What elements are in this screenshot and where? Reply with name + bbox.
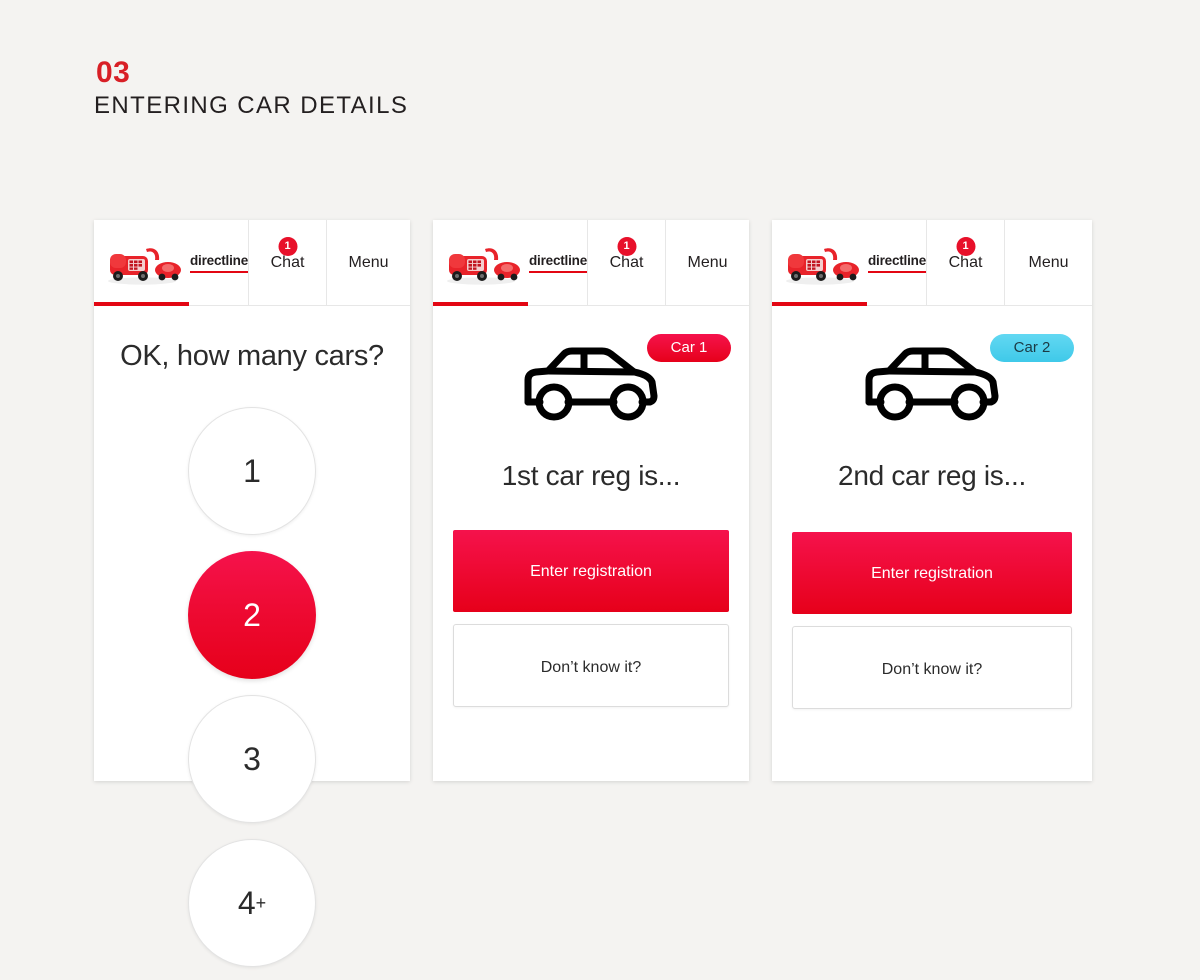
screen-second-car-reg: directline 1 Chat Menu Car 2 2nd car reg…	[772, 220, 1092, 781]
dont-know-registration-button[interactable]: Don’t know it?	[453, 624, 729, 707]
brand-name: directline	[529, 253, 587, 273]
chat-unread-badge: 1	[278, 237, 298, 256]
enter-registration-button[interactable]: Enter registration	[792, 532, 1072, 614]
menu-tab[interactable]: Menu	[327, 220, 410, 305]
menu-tab-label: Menu	[348, 253, 389, 271]
menu-tab-label: Menu	[1028, 253, 1069, 271]
brand-name: directline	[190, 253, 248, 273]
red-telephone-on-wheels-logo-icon	[441, 240, 525, 286]
menu-tab[interactable]: Menu	[666, 220, 749, 305]
chat-unread-badge: 1	[617, 237, 637, 256]
car-count-option-2-label: 2	[243, 596, 261, 633]
page-heading: 03 ENTERING CAR DETAILS	[94, 58, 408, 118]
car-number-badge: Car 1	[647, 334, 731, 362]
chat-tab[interactable]: 1 Chat	[588, 220, 667, 305]
car-illustration-area: Car 1	[453, 324, 731, 442]
car-count-option-1-label: 1	[243, 452, 261, 489]
car-side-outline-icon	[859, 340, 1005, 426]
enter-registration-button[interactable]: Enter registration	[453, 530, 729, 612]
car-count-body: OK, how many cars? 1 2 3 4 +	[94, 306, 410, 967]
brand-tab[interactable]: directline	[772, 220, 928, 306]
second-car-reg-body: Car 2 2nd car reg is... Enter registrati…	[772, 306, 1092, 781]
brand-name: directline	[868, 253, 926, 273]
page-number: 03	[96, 56, 131, 89]
car-count-options: 1 2 3 4 +	[117, 407, 387, 967]
menu-tab[interactable]: Menu	[1005, 220, 1092, 305]
car-count-option-3-label: 3	[243, 740, 261, 777]
chat-tab[interactable]: 1 Chat	[927, 220, 1006, 305]
car-count-question: OK, how many cars?	[120, 340, 384, 372]
page-title: ENTERING CAR DETAILS	[94, 92, 409, 119]
app-header: directline 1 Chat Menu	[94, 220, 410, 306]
car-count-option-4plus-label: 4	[237, 884, 256, 921]
red-telephone-on-wheels-logo-icon	[780, 240, 864, 286]
first-car-reg-title: 1st car reg is...	[501, 460, 681, 491]
second-car-reg-title: 2nd car reg is...	[838, 460, 1026, 491]
screen-car-count: directline 1 Chat Menu OK, how many cars…	[94, 220, 410, 967]
chat-tab-label: Chat	[270, 253, 305, 271]
app-header: directline 1 Chat Menu	[772, 220, 1092, 306]
screen-mockup-group: directline 1 Chat Menu OK, how many cars…	[94, 220, 1092, 967]
car-count-option-4plus[interactable]: 4 +	[188, 839, 316, 967]
chat-tab-label: Chat	[609, 253, 644, 271]
first-car-reg-body: Car 1 1st car reg is... Enter registrati…	[433, 306, 749, 781]
car-illustration-area: Car 2	[792, 324, 1074, 442]
chat-tab[interactable]: 1 Chat	[249, 220, 328, 305]
red-telephone-on-wheels-logo-icon	[102, 240, 186, 286]
brand-tab[interactable]: directline	[433, 220, 589, 306]
car-count-option-3[interactable]: 3	[188, 695, 316, 823]
screen-first-car-reg: directline 1 Chat Menu Car 1 1st car reg…	[433, 220, 749, 781]
chat-tab-label: Chat	[948, 253, 983, 271]
car-count-option-2[interactable]: 2	[188, 551, 316, 679]
chat-unread-badge: 1	[956, 237, 976, 256]
dont-know-registration-button[interactable]: Don’t know it?	[792, 626, 1072, 709]
brand-tab[interactable]: directline	[94, 220, 250, 306]
car-number-badge: Car 2	[990, 334, 1074, 362]
car-side-outline-icon	[518, 340, 664, 426]
menu-tab-label: Menu	[687, 253, 728, 271]
app-header: directline 1 Chat Menu	[433, 220, 749, 306]
car-count-option-1[interactable]: 1	[188, 407, 316, 535]
